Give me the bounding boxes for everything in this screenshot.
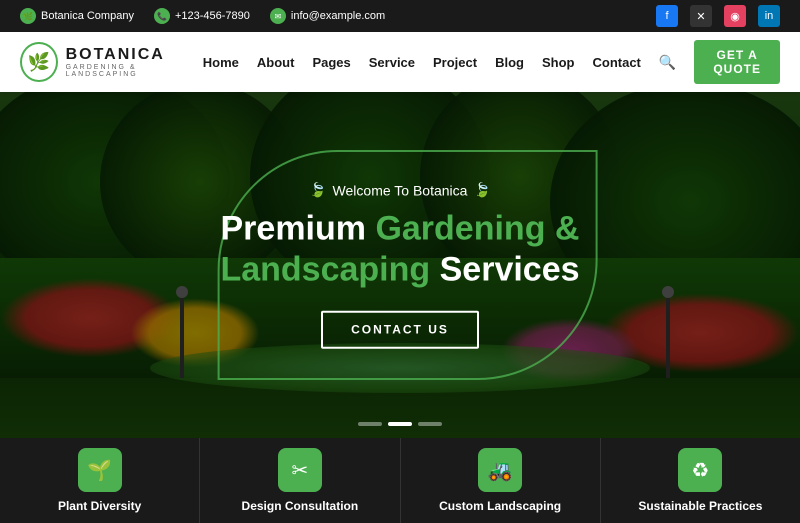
- custom-landscaping-icon: 🚜: [478, 448, 522, 492]
- logo[interactable]: 🌿 BOTANICA GARDENING & LANDSCAPING: [20, 42, 203, 82]
- company-icon: 🌿: [20, 8, 36, 24]
- company-info: 🌿 Botanica Company: [20, 8, 134, 24]
- slider-dot-2[interactable]: [388, 422, 412, 426]
- hero-title: Premium Gardening & Landscaping Services: [160, 209, 640, 291]
- top-bar: 🌿 Botanica Company 📞 +123-456-7890 ✉ inf…: [0, 0, 800, 32]
- social-links: f ✕ ◉ in: [656, 5, 780, 27]
- hero-title-gardening: Gardening &: [375, 210, 579, 248]
- nav-home[interactable]: Home: [203, 55, 239, 70]
- get-quote-button[interactable]: GET A QUOTE: [694, 40, 780, 84]
- hero-content: 🍃 Welcome To Botanica 🍃 Premium Gardenin…: [160, 182, 640, 349]
- hero-title-premium: Premium: [221, 210, 367, 248]
- slider-dot-3[interactable]: [418, 422, 442, 426]
- nav-project[interactable]: Project: [433, 55, 477, 70]
- phone-info: 📞 +123-456-7890: [154, 8, 250, 24]
- nav-shop[interactable]: Shop: [542, 55, 575, 70]
- card-sustainable-practices[interactable]: ♻ Sustainable Practices: [601, 438, 800, 523]
- slider-dots: [358, 422, 442, 426]
- email-info: ✉ info@example.com: [270, 8, 385, 24]
- leaf-left-icon: 🍃: [309, 182, 326, 199]
- email-address: info@example.com: [291, 10, 385, 22]
- top-bar-left: 🌿 Botanica Company 📞 +123-456-7890 ✉ inf…: [20, 8, 385, 24]
- email-icon: ✉: [270, 8, 286, 24]
- nav-service[interactable]: Service: [369, 55, 415, 70]
- hero-section: 🍃 Welcome To Botanica 🍃 Premium Gardenin…: [0, 92, 800, 438]
- logo-subtitle: GARDENING & LANDSCAPING: [66, 64, 203, 78]
- hero-title-landscaping: Landscaping: [220, 251, 430, 289]
- card-custom-landscaping[interactable]: 🚜 Custom Landscaping: [401, 438, 601, 523]
- nav-about[interactable]: About: [257, 55, 295, 70]
- contact-us-button[interactable]: CONTACT US: [321, 310, 479, 348]
- hero-title-services: Services: [440, 251, 580, 289]
- navbar: 🌿 BOTANICA GARDENING & LANDSCAPING Home …: [0, 32, 800, 92]
- twitter-x-icon[interactable]: ✕: [690, 5, 712, 27]
- facebook-icon[interactable]: f: [656, 5, 678, 27]
- card-label-3: Custom Landscaping: [439, 499, 561, 513]
- leaf-right-icon: 🍃: [473, 182, 490, 199]
- logo-icon: 🌿: [20, 42, 58, 82]
- feature-cards: 🌱 Plant Diversity ✂ Design Consultation …: [0, 438, 800, 523]
- plant-diversity-icon: 🌱: [78, 448, 122, 492]
- linkedin-icon[interactable]: in: [758, 5, 780, 27]
- card-plant-diversity[interactable]: 🌱 Plant Diversity: [0, 438, 200, 523]
- nav-links: Home About Pages Service Project Blog Sh…: [203, 40, 780, 84]
- design-consultation-icon: ✂: [278, 448, 322, 492]
- company-name: Botanica Company: [41, 10, 134, 22]
- card-design-consultation[interactable]: ✂ Design Consultation: [200, 438, 400, 523]
- hero-welcome: 🍃 Welcome To Botanica 🍃: [160, 182, 640, 199]
- nav-blog[interactable]: Blog: [495, 55, 524, 70]
- search-icon[interactable]: 🔍: [659, 54, 676, 71]
- card-label-1: Plant Diversity: [58, 499, 141, 513]
- logo-text: BOTANICA GARDENING & LANDSCAPING: [66, 46, 203, 78]
- nav-contact[interactable]: Contact: [592, 55, 640, 70]
- instagram-icon[interactable]: ◉: [724, 5, 746, 27]
- welcome-text: Welcome To Botanica: [333, 182, 468, 198]
- nav-pages[interactable]: Pages: [312, 55, 350, 70]
- card-label-4: Sustainable Practices: [638, 499, 762, 513]
- slider-dot-1[interactable]: [358, 422, 382, 426]
- phone-number: +123-456-7890: [175, 10, 250, 22]
- phone-icon: 📞: [154, 8, 170, 24]
- logo-name: BOTANICA: [66, 46, 203, 64]
- card-label-2: Design Consultation: [242, 499, 359, 513]
- sustainable-practices-icon: ♻: [678, 448, 722, 492]
